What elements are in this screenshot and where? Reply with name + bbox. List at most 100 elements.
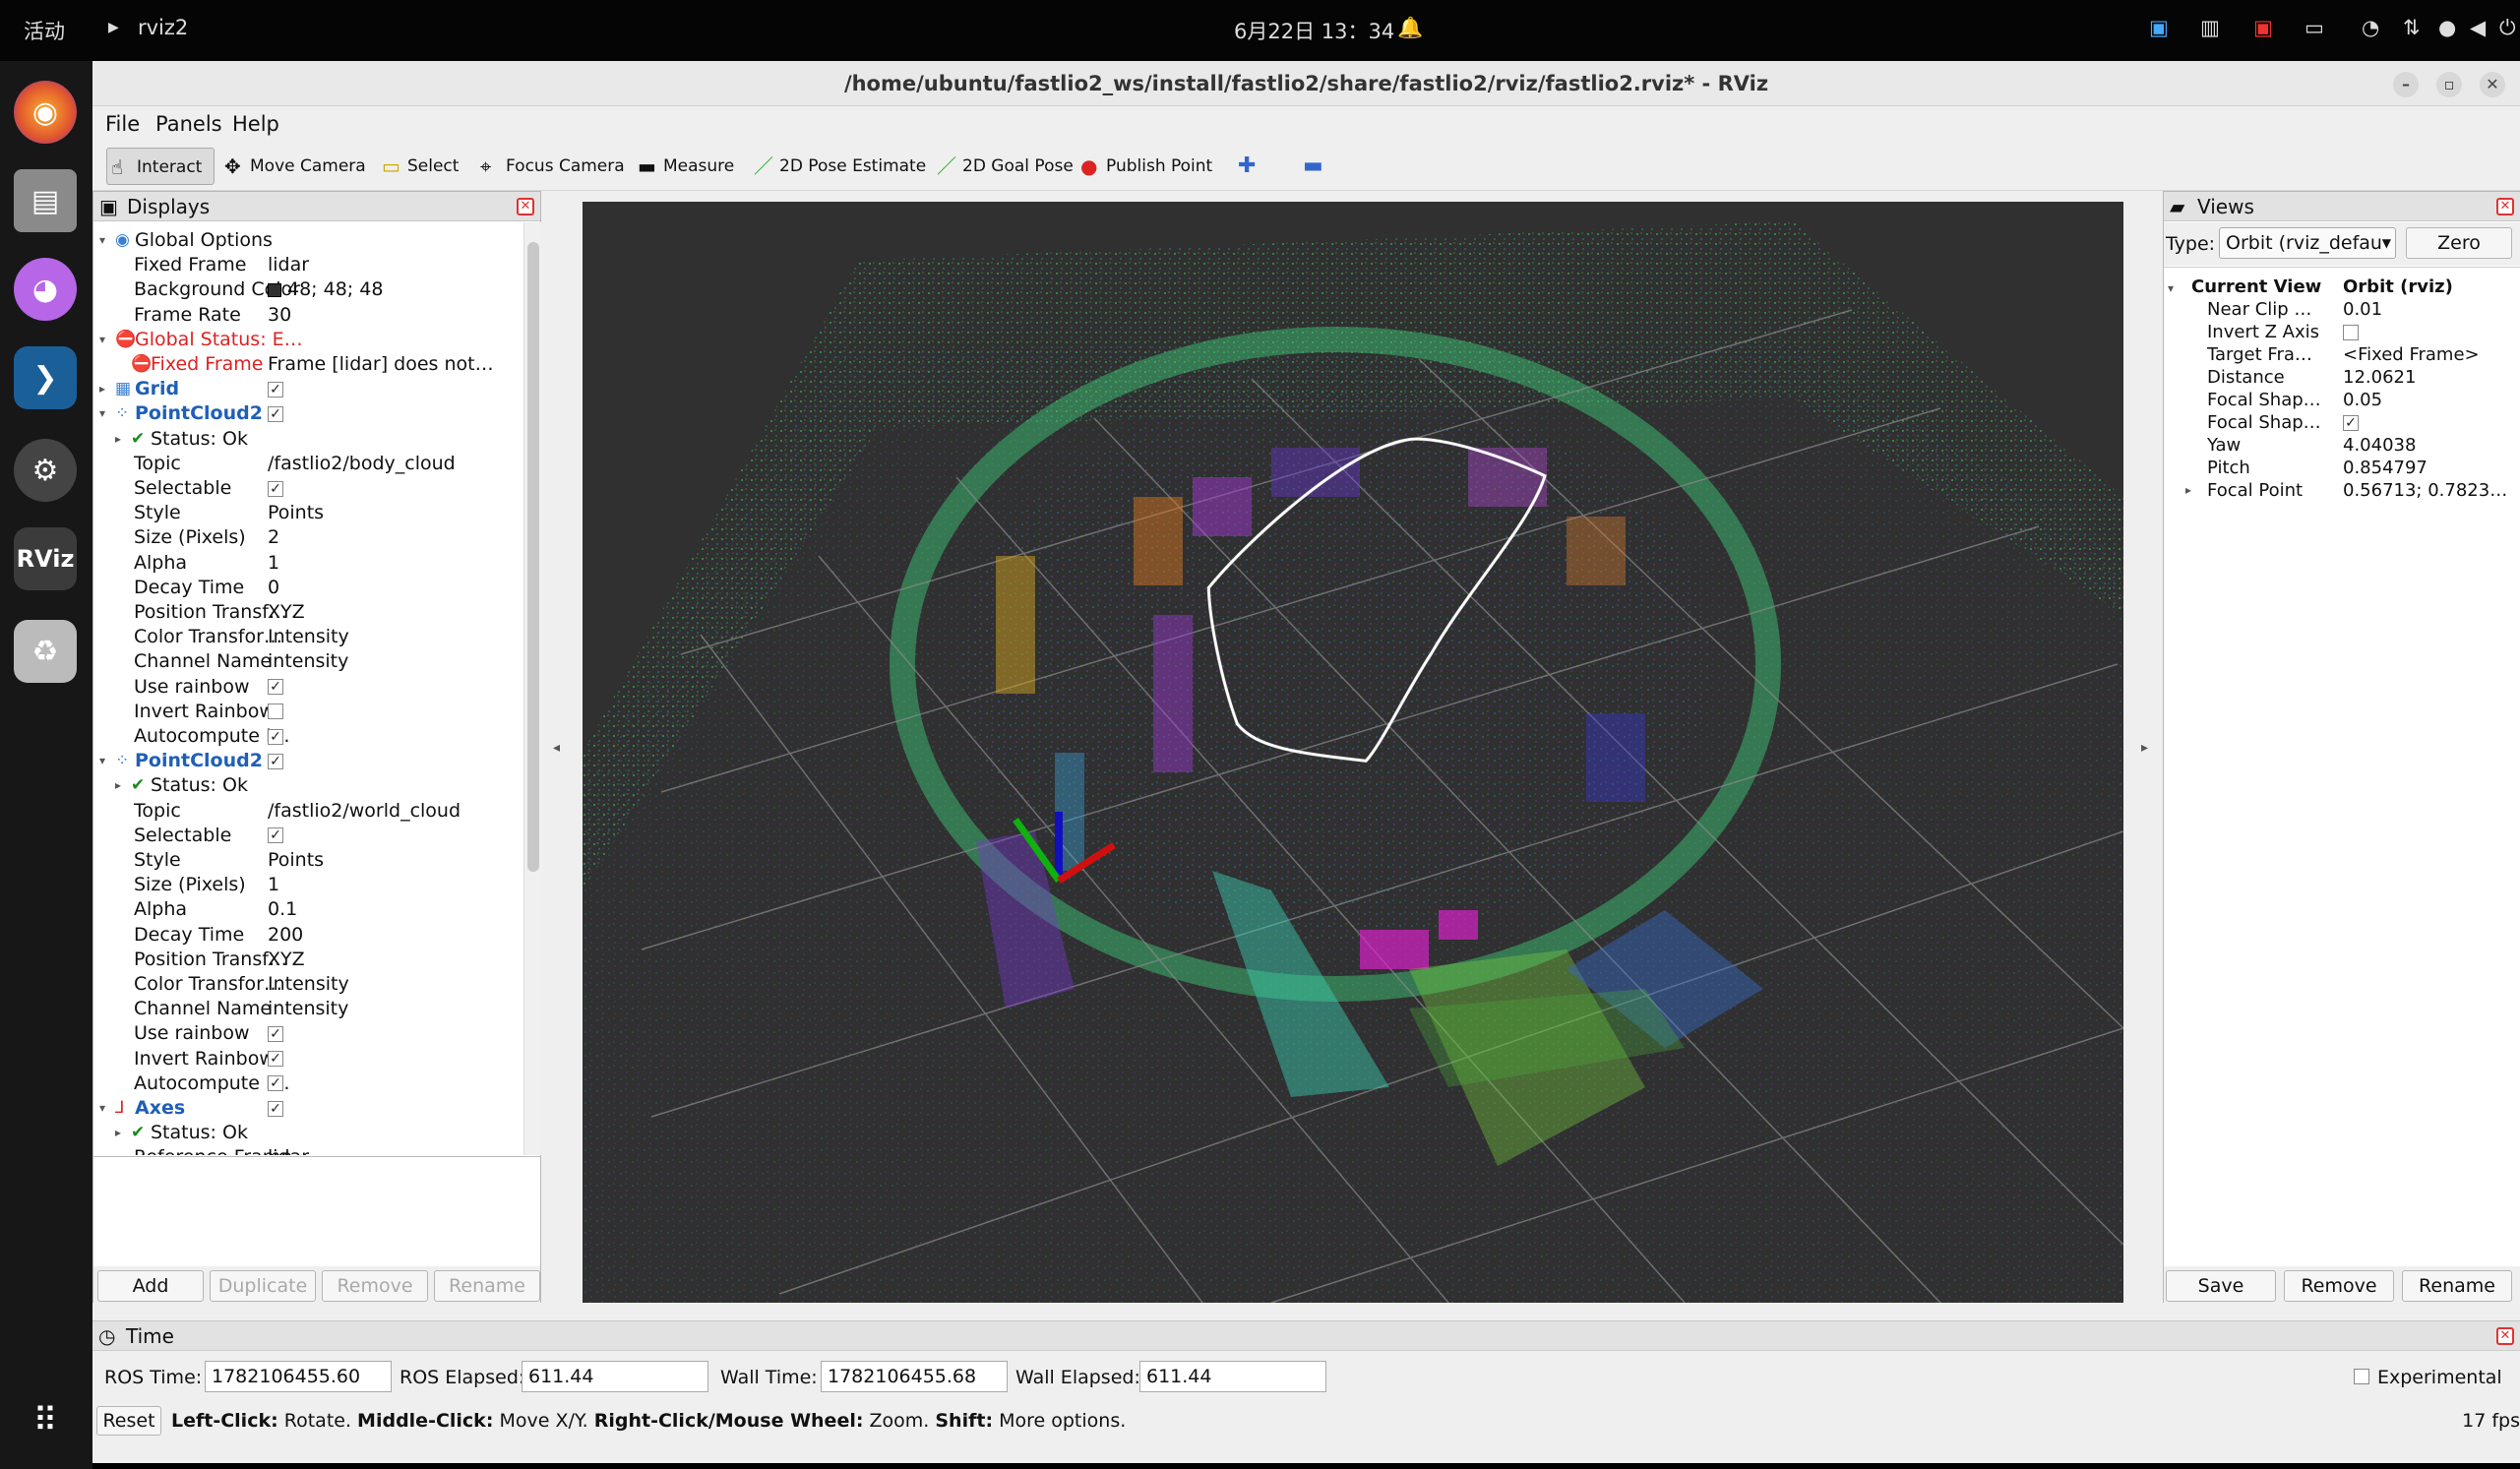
expand-arrow-icon[interactable]: ▾ <box>99 228 105 253</box>
display-value[interactable]: Intensity <box>268 626 349 647</box>
display-row[interactable]: ▾ ⅃ Axes ✓ <box>93 1096 522 1121</box>
display-value-cell[interactable]: /fastlio2/world_cloud <box>268 799 461 824</box>
expand-arrow-icon[interactable]: ▸ <box>2185 479 2191 502</box>
display-row[interactable]: Decay Time 200 <box>93 923 522 948</box>
display-row[interactable]: Autocompute I… ✓ <box>93 1071 522 1096</box>
view-property-row[interactable]: Focal Shap… 0.05 <box>2168 389 2516 411</box>
mic-icon[interactable]: ● <box>2438 16 2456 39</box>
display-value[interactable]: Points <box>268 502 324 523</box>
display-value[interactable]: XYZ <box>268 949 305 970</box>
display-value-cell[interactable]: ✓ <box>268 1047 283 1071</box>
checkbox[interactable]: ✓ <box>268 1025 283 1042</box>
display-row[interactable]: Frame Rate 30 <box>93 303 522 328</box>
display-value-cell[interactable]: ✓ <box>268 1021 283 1046</box>
remove-view-button[interactable]: Remove <box>2284 1270 2394 1302</box>
ros-time-field[interactable]: 1782106455.60 <box>205 1361 392 1392</box>
checkbox[interactable]: ✓ <box>268 381 283 398</box>
maximize-icon[interactable]: ▫ <box>2436 72 2462 97</box>
interact-tool[interactable]: ☝ Interact <box>106 148 215 185</box>
view-property-value[interactable]: <Fixed Frame> <box>2343 343 2480 366</box>
close-time-icon[interactable]: ✕ <box>2496 1327 2514 1345</box>
bell-icon[interactable]: 🔔 <box>1397 16 1423 40</box>
display-value-cell[interactable]: ✓ <box>268 476 283 501</box>
view-property-row[interactable]: Distance 12.0621 <box>2168 366 2516 389</box>
display-value-cell[interactable]: 0 <box>268 576 279 600</box>
checkbox[interactable]: ✓ <box>268 405 283 422</box>
close-views-icon[interactable]: ✕ <box>2496 198 2514 215</box>
display-value-cell[interactable]: intensity <box>268 649 348 674</box>
display-value-cell[interactable]: lidar <box>268 1145 309 1155</box>
display-row[interactable]: Selectable ✓ <box>93 476 522 501</box>
display-value-cell[interactable]: 48; 48; 48 <box>268 277 383 302</box>
trash-icon[interactable]: ♻ <box>14 620 77 683</box>
select-tool[interactable]: ▭ Select <box>378 148 459 185</box>
display-value[interactable]: lidar <box>268 1146 309 1155</box>
checkbox[interactable]: ✓ <box>268 753 283 769</box>
view-type-dropdown[interactable]: Orbit (rviz_defau ▼ <box>2219 227 2396 259</box>
checkbox[interactable]: ✓ <box>268 1051 283 1068</box>
minimize-icon[interactable]: – <box>2393 72 2419 97</box>
display-value-cell[interactable]: ✓ <box>268 724 283 749</box>
checkbox[interactable]: ✓ <box>268 480 283 497</box>
menu-help[interactable]: Help <box>232 112 279 136</box>
display-row[interactable]: Fixed Frame lidar <box>93 253 522 277</box>
menu-panels[interactable]: Panels <box>155 112 222 136</box>
display-value-cell[interactable]: Points <box>268 848 324 873</box>
collapse-right-icon[interactable]: ▸ <box>2141 740 2148 756</box>
display-row[interactable]: Topic/fastlio2/body_cloud <box>93 452 522 476</box>
display-value[interactable]: lidar <box>268 254 309 275</box>
display-value-cell[interactable]: Points <box>268 501 324 525</box>
tray-red-icon[interactable]: ▣ <box>2253 16 2273 39</box>
wifi-icon[interactable]: ◔ <box>2362 16 2379 39</box>
display-value-cell[interactable]: 1 <box>268 873 279 897</box>
display-row[interactable]: Color Transfor… Intensity <box>93 625 522 649</box>
focus-camera-tool[interactable]: ⌖ Focus Camera <box>476 148 625 185</box>
view-property-row[interactable]: Pitch 0.854797 <box>2168 457 2516 479</box>
close-window-icon[interactable]: ✕ <box>2480 72 2505 97</box>
files-icon[interactable]: ▤ <box>14 169 77 232</box>
expand-arrow-icon[interactable]: ▸ <box>115 1121 121 1145</box>
duplicate-display-button[interactable]: Duplicate <box>210 1270 316 1302</box>
display-value[interactable]: 0 <box>268 577 279 598</box>
publish-point-tool[interactable]: ● Publish Point <box>1076 148 1212 185</box>
display-value-cell[interactable]: XYZ <box>268 948 305 972</box>
view-property-value[interactable]: 4.04038 <box>2343 434 2416 457</box>
display-value-cell[interactable]: 200 <box>268 923 303 948</box>
display-row[interactable]: Position Transf… XYZ <box>93 948 522 972</box>
activities-button[interactable]: 活动 <box>24 16 65 45</box>
display-value[interactable]: 200 <box>268 924 303 946</box>
rviz-icon[interactable]: RViz <box>14 527 77 590</box>
display-row[interactable]: Alpha 1 <box>93 551 522 576</box>
view-property-value[interactable]: ✓ <box>2343 411 2359 434</box>
display-value-cell[interactable]: Intensity <box>268 972 349 997</box>
clock[interactable]: 6月22日 13：34 <box>1234 16 1394 45</box>
checkbox[interactable]: ✓ <box>2343 415 2359 431</box>
display-value[interactable]: Frame [lidar] does not… <box>268 353 494 375</box>
display-row[interactable]: ▸ ✔ Status: Ok <box>93 427 522 452</box>
display-value-cell[interactable]: ✓ <box>268 824 283 848</box>
display-value-cell[interactable]: ✓ <box>268 377 283 401</box>
expand-arrow-icon[interactable]: ▾ <box>99 1096 105 1121</box>
zero-button[interactable]: Zero <box>2406 227 2512 259</box>
render-viewport[interactable] <box>583 202 2123 1303</box>
expand-arrow-icon[interactable]: ▾ <box>99 749 105 773</box>
view-property-value[interactable]: 12.0621 <box>2343 366 2416 389</box>
display-row[interactable]: Invert Rainbow ✓ <box>93 1047 522 1071</box>
view-property-row[interactable]: Target Fra… <Fixed Frame> <box>2168 343 2516 366</box>
display-row[interactable]: ▸ ✔ Status: Ok <box>93 773 522 798</box>
checkbox[interactable]: ✓ <box>268 827 283 844</box>
display-value[interactable]: intensity <box>268 998 348 1019</box>
display-value[interactable]: 2 <box>268 526 279 548</box>
view-property-row[interactable]: Focal Shap… ✓ <box>2168 411 2516 434</box>
display-value[interactable]: 0.1 <box>268 898 297 920</box>
display-value[interactable]: /fastlio2/body_cloud <box>268 453 456 474</box>
display-value[interactable]: 48; 48; 48 <box>287 278 383 300</box>
display-value[interactable]: XYZ <box>268 601 305 623</box>
app-name[interactable]: rviz2 <box>138 16 188 39</box>
display-row[interactable]: ▾ ⛔ Global Status: E… <box>93 328 522 352</box>
display-value[interactable]: 1 <box>268 552 279 574</box>
display-value[interactable]: /fastlio2/world_cloud <box>268 800 461 822</box>
display-row[interactable]: ⛔ Fixed Frame Frame [lidar] does not… <box>93 352 522 377</box>
save-view-button[interactable]: Save <box>2166 1270 2276 1302</box>
menu-file[interactable]: File <box>105 112 140 136</box>
